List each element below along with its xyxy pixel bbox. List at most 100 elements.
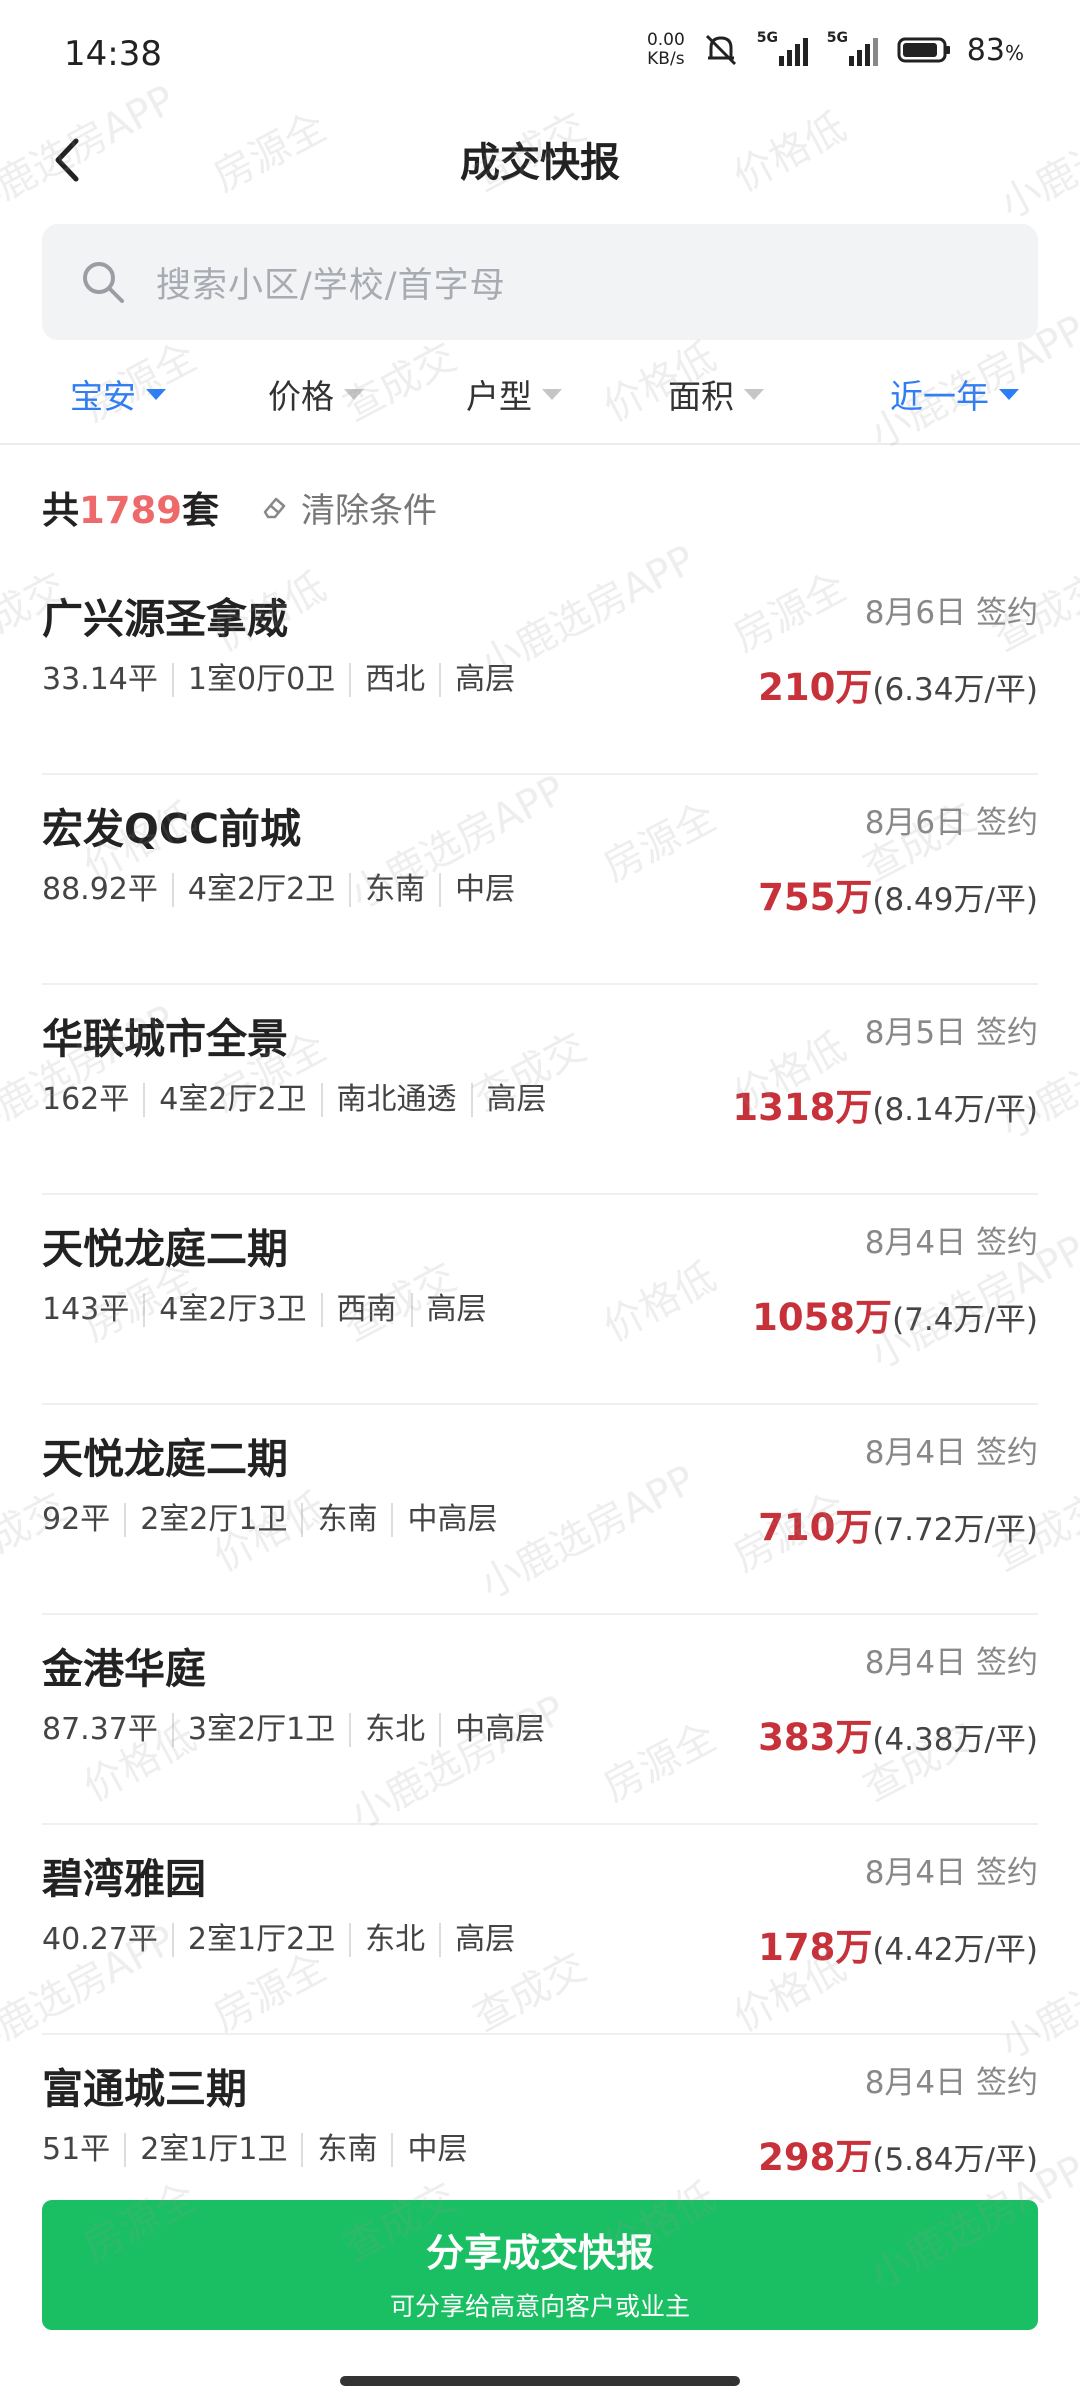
listing-price: 1058万 (7.4万/平) [752,1287,1038,1341]
caret-down-icon [146,388,166,400]
signal-sim1-icon: 5G [757,30,811,66]
listing-floor: 中层 [391,2133,481,2167]
listing-date: 8月6日 签约 [864,805,1038,841]
listing-area: 40.27平 [42,1922,158,1957]
listing-rooms: 1室0厅0卫 [171,663,349,697]
listing-area: 33.14平 [42,662,158,697]
search-placeholder: 搜索小区/学校/首字母 [156,265,506,306]
clear-filters-button[interactable]: 清除条件 [259,483,437,532]
listing-floor: 中高层 [391,1503,511,1537]
listing-area: 162平 [42,1082,130,1117]
listing-orientation: 东南 [349,873,439,907]
list-item[interactable]: 天悦龙庭二期 8月4日 签约 92平 2室2厅1卫 东南 中高层 710万 (7.72万/平) [42,1405,1038,1615]
bottom-bar: 分享成交快报 可分享给高意向客户或业主 [0,2172,1080,2400]
caret-down-icon [542,388,562,400]
listing-date: 8月4日 签约 [864,1645,1038,1681]
listing-orientation: 东南 [301,2133,391,2167]
listing-unit-price: (7.72万/平) [872,1512,1038,1548]
filter-price[interactable]: 价格 [268,370,364,418]
filter-district[interactable]: 宝安 [70,370,166,418]
listing-total-price: 210万 [758,666,873,709]
list-item[interactable]: 碧湾雅园 8月4日 签约 40.27平 2室1厅2卫 东北 高层 178万 (4.42万/平) [42,1825,1038,2035]
listing-unit-price: (4.38万/平) [872,1722,1038,1758]
listing-price: 710万 (7.72万/平) [758,1497,1038,1551]
battery-percent: 83% [966,32,1024,68]
listing-total-price: 383万 [758,1716,873,1759]
listing-rooms: 2室1厅1卫 [124,2133,301,2167]
listing-total-price: 1058万 [752,1296,893,1339]
listing-date: 8月5日 签约 [864,1015,1038,1051]
listing-name: 天悦龙庭二期 [42,1225,288,1273]
listing-floor: 高层 [410,1293,501,1327]
listing-specs: 33.14平 1室0厅0卫 西北 高层 [42,663,529,697]
listing-total-price: 298万 [758,2136,873,2172]
status-time: 14:38 [64,34,162,74]
filter-layout[interactable]: 户型 [466,370,562,418]
listing-orientation: 西北 [349,663,439,697]
listing-name: 富通城三期 [42,2065,247,2113]
listing-orientation: 东北 [349,1713,439,1747]
filter-period[interactable]: 近一年 [890,370,1019,418]
list-item[interactable]: 天悦龙庭二期 8月4日 签约 143平 4室2厅3卫 西南 高层 1058万 (7.4万/平) [42,1195,1038,1405]
filter-area[interactable]: 面积 [668,370,764,418]
listing-orientation: 东南 [301,1503,391,1537]
result-count: 共1789套 [42,489,219,532]
listing-area: 87.37平 [42,1712,158,1747]
status-bar: 14:38 0.00 KB/s 5G 5G 83% [0,0,1080,110]
divider [0,443,1080,445]
listing-specs: 51平 2室1厅1卫 东南 中层 [42,2133,481,2167]
listing-total-price: 178万 [758,1926,873,1969]
listing-area: 143平 [42,1292,130,1327]
listing-floor: 中高层 [439,1713,559,1747]
search-icon [83,262,124,303]
listing-rooms: 4室2厅2卫 [171,873,349,907]
listing-name: 广兴源圣拿威 [42,595,288,643]
listing-price: 178万 (4.42万/平) [758,1917,1038,1971]
listing-price: 298万 (5.84万/平) [758,2127,1038,2172]
status-icons: 0.00 KB/s 5G 5G 83% [647,30,1024,70]
network-speed-value: 0.00 [646,30,685,50]
list-item[interactable]: 宏发QCC前城 8月6日 签约 88.92平 4室2厅2卫 东南 中层 755万 (8.49万… [42,775,1038,985]
listing-name: 天悦龙庭二期 [42,1435,288,1483]
listing-rooms: 3室2厅1卫 [171,1713,349,1747]
filter-bar: 宝安 价格 户型 面积 近一年 [0,350,1080,442]
listing-rooms: 4室2厅2卫 [143,1083,320,1117]
caret-down-icon [999,388,1019,400]
listing-date: 8月6日 签约 [864,595,1038,631]
home-indicator[interactable] [340,2376,740,2386]
listing-name: 宏发QCC前城 [42,805,302,853]
listing-date: 8月4日 签约 [864,1855,1038,1891]
listing-floor: 高层 [439,663,529,697]
page-title: 成交快报 [460,140,620,186]
listing-name: 华联城市全景 [42,1015,288,1063]
listing-area: 88.92平 [42,872,158,907]
caret-down-icon [744,388,764,400]
listing-total-price: 1318万 [732,1086,873,1129]
listing-unit-price: (7.4万/平) [892,1302,1038,1338]
listing-date: 8月4日 签约 [864,1225,1038,1261]
listing-date: 8月4日 签约 [864,2065,1038,2101]
list-item[interactable]: 金港华庭 8月4日 签约 87.37平 3室2厅1卫 东北 中高层 383万 (4.38万/平… [42,1615,1038,1825]
listing-specs: 143平 4室2厅3卫 西南 高层 [42,1293,501,1327]
deal-list: 广兴源圣拿威 8月6日 签约 33.14平 1室0厅0卫 西北 高层 210万 (6.34万/… [42,565,1038,2172]
list-item[interactable]: 华联城市全景 8月5日 签约 162平 4室2厅2卫 南北通透 高层 1318万 (8.14万… [42,985,1038,1195]
list-item[interactable]: 富通城三期 8月4日 签约 51平 2室1厅1卫 东南 中层 298万 (5.84万/平) [42,2035,1038,2172]
listing-name: 碧湾雅园 [42,1855,206,1903]
listing-price: 383万 (4.38万/平) [758,1707,1038,1761]
share-button[interactable]: 分享成交快报 可分享给高意向客户或业主 [42,2200,1038,2330]
listing-unit-price: (5.84万/平) [872,2142,1038,2172]
listing-orientation: 西南 [320,1293,411,1327]
battery-icon [897,37,951,63]
listing-name: 金港华庭 [42,1645,206,1693]
listing-specs: 87.37平 3室2厅1卫 东北 中高层 [42,1713,559,1747]
network-speed-unit: KB/s [647,49,685,69]
listing-rooms: 2室2厅1卫 [124,1503,301,1537]
listing-rooms: 4室2厅3卫 [143,1293,320,1327]
eraser-icon [263,497,286,519]
listing-rooms: 2室1厅2卫 [171,1923,349,1957]
search-input[interactable]: 搜索小区/学校/首字母 [42,224,1038,340]
listing-price: 1318万 (8.14万/平) [732,1077,1038,1131]
result-summary: 共1789套 清除条件 [42,480,437,534]
listing-price: 210万 (6.34万/平) [758,657,1038,711]
list-item[interactable]: 广兴源圣拿威 8月6日 签约 33.14平 1室0厅0卫 西北 高层 210万 (6.34万/… [42,565,1038,775]
